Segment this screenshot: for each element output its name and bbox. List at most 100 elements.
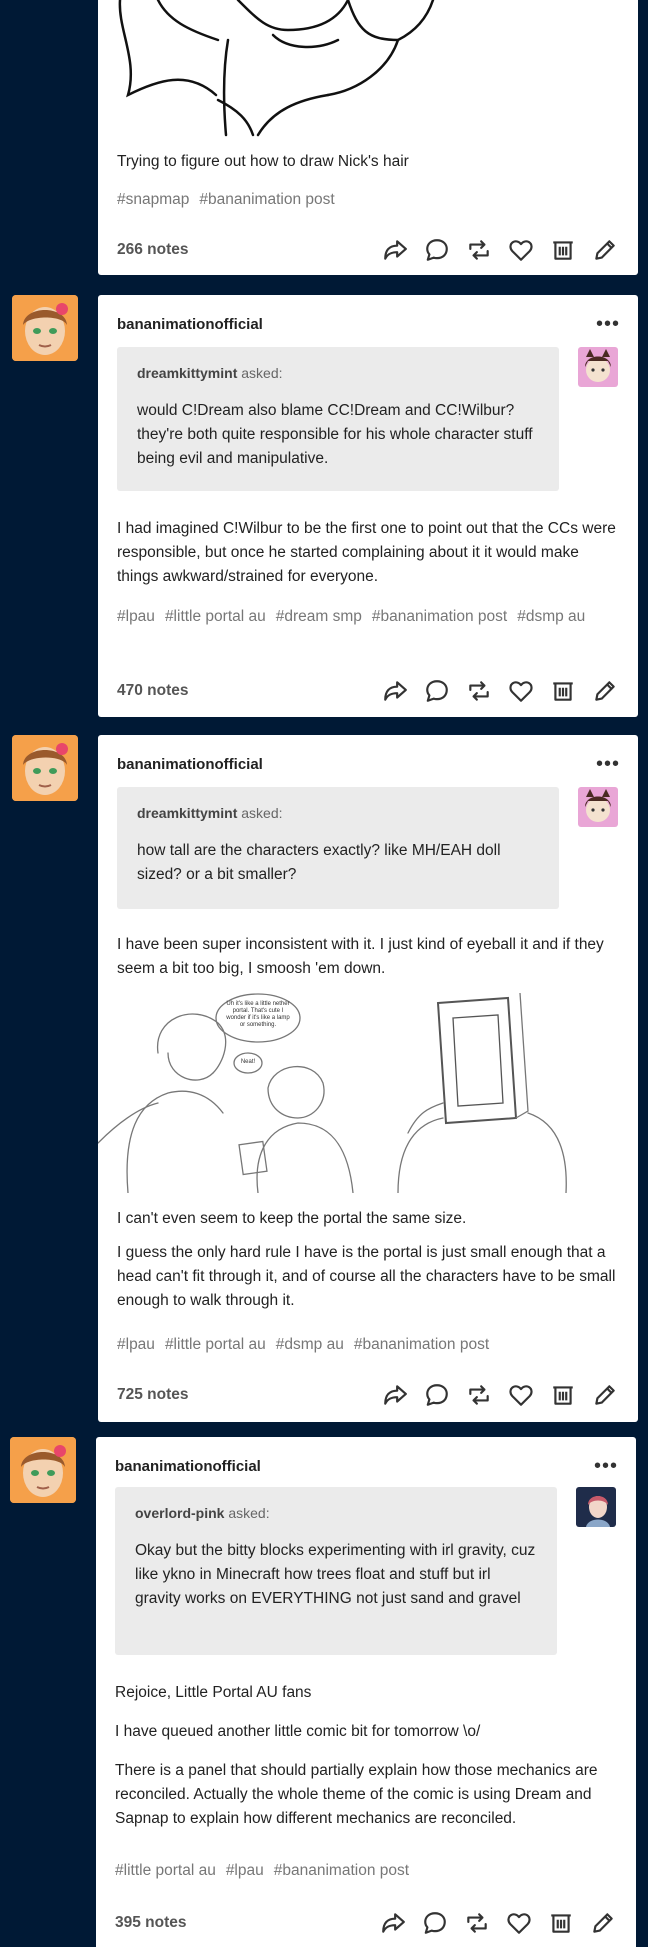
post-paragraph: I can't even seem to keep the portal the… — [117, 1210, 467, 1227]
comic-image: Uh it's like a little nether portal. Tha… — [97, 992, 638, 1194]
post-tags: #lpau #little portal au #dsmp au #bananimat… — [117, 1333, 618, 1357]
post-text: Rejoice, Little Portal AU fans I have qu… — [115, 1681, 616, 1831]
tag[interactable]: #little portal au — [115, 1862, 216, 1879]
edit-icon[interactable] — [590, 1380, 620, 1410]
avatar-image — [10, 1437, 76, 1503]
post-paragraph: I guess the only hard rule I have is the… — [117, 1244, 616, 1309]
post-text: I have been super inconsistent with it. … — [117, 933, 618, 981]
asker-name[interactable]: dreamkittymint — [137, 805, 237, 821]
avatar[interactable] — [12, 735, 78, 801]
tag[interactable]: #dsmp au — [276, 1336, 344, 1353]
post-actions — [380, 1380, 620, 1410]
ask-box: dreamkittymint asked: how tall are the c… — [117, 787, 559, 909]
post-paragraph: I have queued another little comic bit f… — [115, 1723, 481, 1740]
post-tags: #lpau #little portal au #dream smp #bananim… — [117, 605, 618, 629]
post-header: bananimationofficial ••• — [117, 313, 620, 335]
tag[interactable]: #little portal au — [165, 1336, 266, 1353]
reblog-icon[interactable] — [462, 1908, 492, 1938]
post-text: I had imagined C!Wilbur to be the first … — [117, 517, 618, 589]
post-footer: 266 notes — [117, 234, 620, 266]
avatar[interactable] — [10, 1437, 76, 1503]
post-card: bananimationofficial ••• dreamkittymint … — [97, 735, 638, 1422]
reblog-icon[interactable] — [464, 235, 494, 265]
asker-name[interactable]: dreamkittymint — [137, 365, 237, 381]
blog-name[interactable]: bananimationofficial — [117, 316, 263, 333]
delete-icon[interactable] — [546, 1908, 576, 1938]
notes-count[interactable]: 266 notes — [117, 241, 189, 259]
notes-count[interactable]: 470 notes — [117, 682, 189, 700]
asker-avatar[interactable] — [578, 787, 618, 827]
asker-line: dreamkittymint asked: — [137, 805, 283, 821]
tag[interactable]: #lpau — [117, 1336, 155, 1353]
delete-icon[interactable] — [548, 235, 578, 265]
reply-icon[interactable] — [422, 1380, 452, 1410]
delete-icon[interactable] — [548, 1380, 578, 1410]
asker-avatar[interactable] — [578, 347, 618, 387]
post-paragraph: I had imagined C!Wilbur to be the first … — [117, 520, 616, 585]
post-paragraph: I have been super inconsistent with it. … — [117, 936, 604, 977]
asked-label: asked: — [241, 805, 283, 821]
like-icon[interactable] — [506, 676, 536, 706]
post-header: bananimationofficial ••• — [117, 753, 620, 775]
tag[interactable]: #snapmap — [117, 191, 189, 208]
tag[interactable]: #lpau — [117, 608, 155, 625]
tag[interactable]: #lpau — [226, 1862, 264, 1879]
tag[interactable]: #dream smp — [276, 608, 362, 625]
more-options-icon[interactable]: ••• — [596, 754, 620, 774]
edit-icon[interactable] — [590, 676, 620, 706]
avatar-image — [12, 295, 78, 361]
reply-icon[interactable] — [420, 1908, 450, 1938]
post-image-sketch — [118, 0, 435, 137]
ask-question: Okay but the bitty blocks experimenting … — [135, 1542, 536, 1607]
post-tags: #little portal au #lpau #bananimation post — [115, 1859, 616, 1883]
asker-name[interactable]: overlord-pink — [135, 1505, 224, 1521]
ask-question: how tall are the characters exactly? lik… — [137, 842, 501, 883]
post-card: bananimationofficial ••• dreamkittymint … — [98, 295, 638, 717]
share-icon[interactable] — [380, 676, 410, 706]
ask-question: would C!Dream also blame CC!Dream and CC… — [137, 402, 533, 467]
post-tags: #snapmap #bananimation post — [117, 188, 618, 212]
asker-avatar[interactable] — [576, 1487, 616, 1527]
notes-count[interactable]: 395 notes — [115, 1914, 187, 1932]
tag[interactable]: #bananimation post — [274, 1862, 409, 1879]
post-card: Trying to figure out how to draw Nick's … — [98, 0, 638, 275]
more-options-icon[interactable]: ••• — [594, 1456, 618, 1476]
reblog-icon[interactable] — [464, 676, 494, 706]
avatar[interactable] — [12, 295, 78, 361]
tag[interactable]: #bananimation post — [372, 608, 507, 625]
tag[interactable]: #little portal au — [165, 608, 266, 625]
post-paragraph: Rejoice, Little Portal AU fans — [115, 1684, 312, 1701]
like-icon[interactable] — [504, 1908, 534, 1938]
tag[interactable]: #bananimation post — [354, 1336, 489, 1353]
reply-icon[interactable] — [422, 235, 452, 265]
ask-box: overlord-pink asked: Okay but the bitty … — [115, 1487, 557, 1655]
avatar-image — [12, 735, 78, 801]
tag[interactable]: #bananimation post — [199, 191, 334, 208]
post-actions — [380, 676, 620, 706]
asker-line: dreamkittymint asked: — [137, 365, 283, 381]
asked-label: asked: — [241, 365, 283, 381]
blog-name[interactable]: bananimationofficial — [115, 1458, 261, 1475]
share-icon[interactable] — [380, 1380, 410, 1410]
share-icon[interactable] — [380, 235, 410, 265]
notes-count[interactable]: 725 notes — [117, 1386, 189, 1404]
tag[interactable]: #dsmp au — [517, 608, 585, 625]
comic-bubble-text-1: Uh it's like a little nether portal. Tha… — [226, 1001, 290, 1028]
edit-icon[interactable] — [590, 235, 620, 265]
blog-name[interactable]: bananimationofficial — [117, 756, 263, 773]
post-footer: 725 notes — [117, 1379, 620, 1411]
reply-icon[interactable] — [422, 676, 452, 706]
share-icon[interactable] — [378, 1908, 408, 1938]
asked-label: asked: — [228, 1505, 270, 1521]
reblog-icon[interactable] — [464, 1380, 494, 1410]
post-footer: 395 notes — [115, 1907, 618, 1939]
post-paragraph: Trying to figure out how to draw Nick's … — [117, 153, 409, 170]
like-icon[interactable] — [506, 235, 536, 265]
like-icon[interactable] — [506, 1380, 536, 1410]
asker-line: overlord-pink asked: — [135, 1505, 270, 1521]
post-actions — [380, 235, 620, 265]
post-text: Trying to figure out how to draw Nick's … — [117, 150, 618, 174]
more-options-icon[interactable]: ••• — [596, 314, 620, 334]
delete-icon[interactable] — [548, 676, 578, 706]
edit-icon[interactable] — [588, 1908, 618, 1938]
